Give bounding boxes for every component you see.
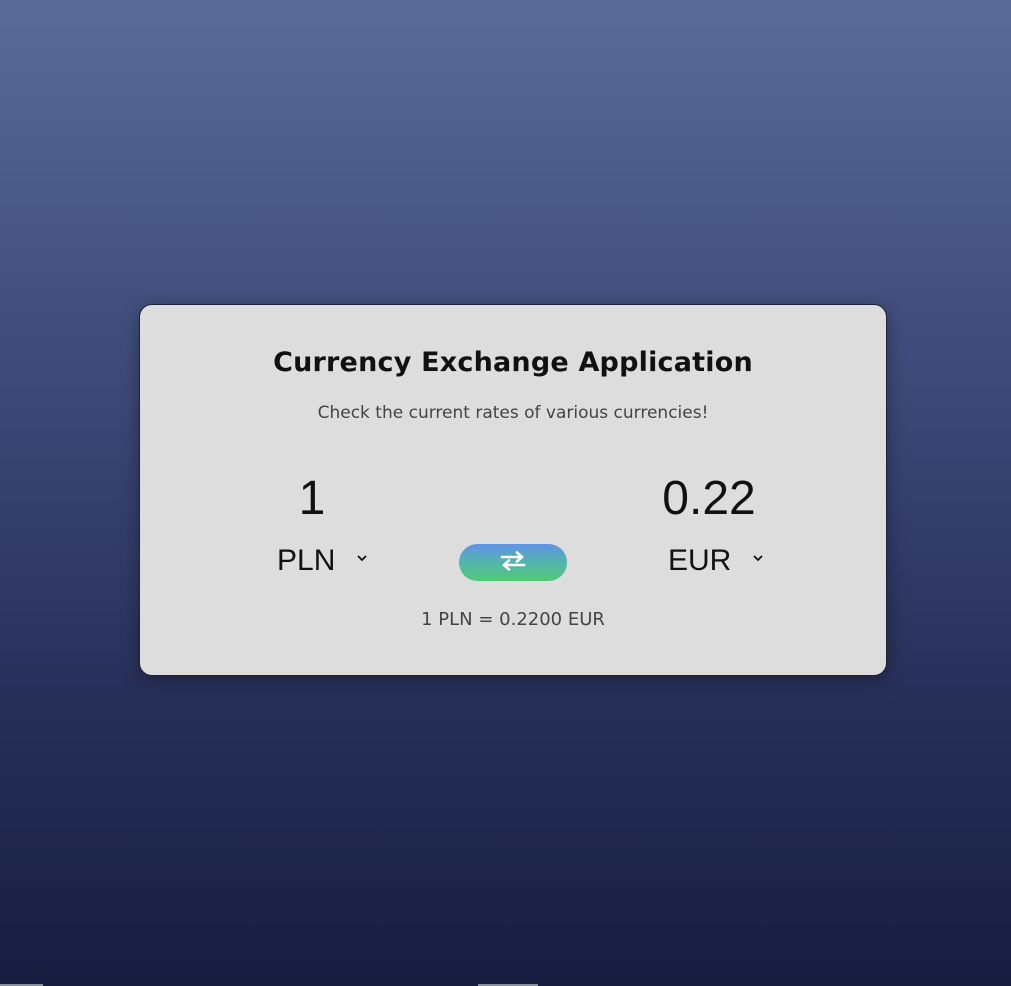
swap-currencies-button[interactable] (459, 544, 567, 581)
exchange-rate-text: 1 PLN = 0.2200 EUR (421, 609, 605, 630)
to-currency-select[interactable]: EUR (668, 541, 763, 581)
app-subtitle: Check the current rates of various curre… (317, 403, 709, 423)
chevron-down-icon (357, 555, 367, 563)
converter-card: Currency Exchange Application Check the … (139, 304, 887, 676)
chevron-down-icon (753, 555, 763, 563)
swap-arrows-icon (499, 550, 527, 575)
from-amount[interactable]: 1 (212, 471, 412, 527)
from-currency-select[interactable]: PLN (277, 541, 367, 581)
to-currency-code: EUR (668, 544, 732, 577)
to-amount: 0.22 (662, 472, 756, 525)
app-title: Currency Exchange Application (273, 347, 753, 378)
from-currency-code: PLN (277, 544, 336, 577)
